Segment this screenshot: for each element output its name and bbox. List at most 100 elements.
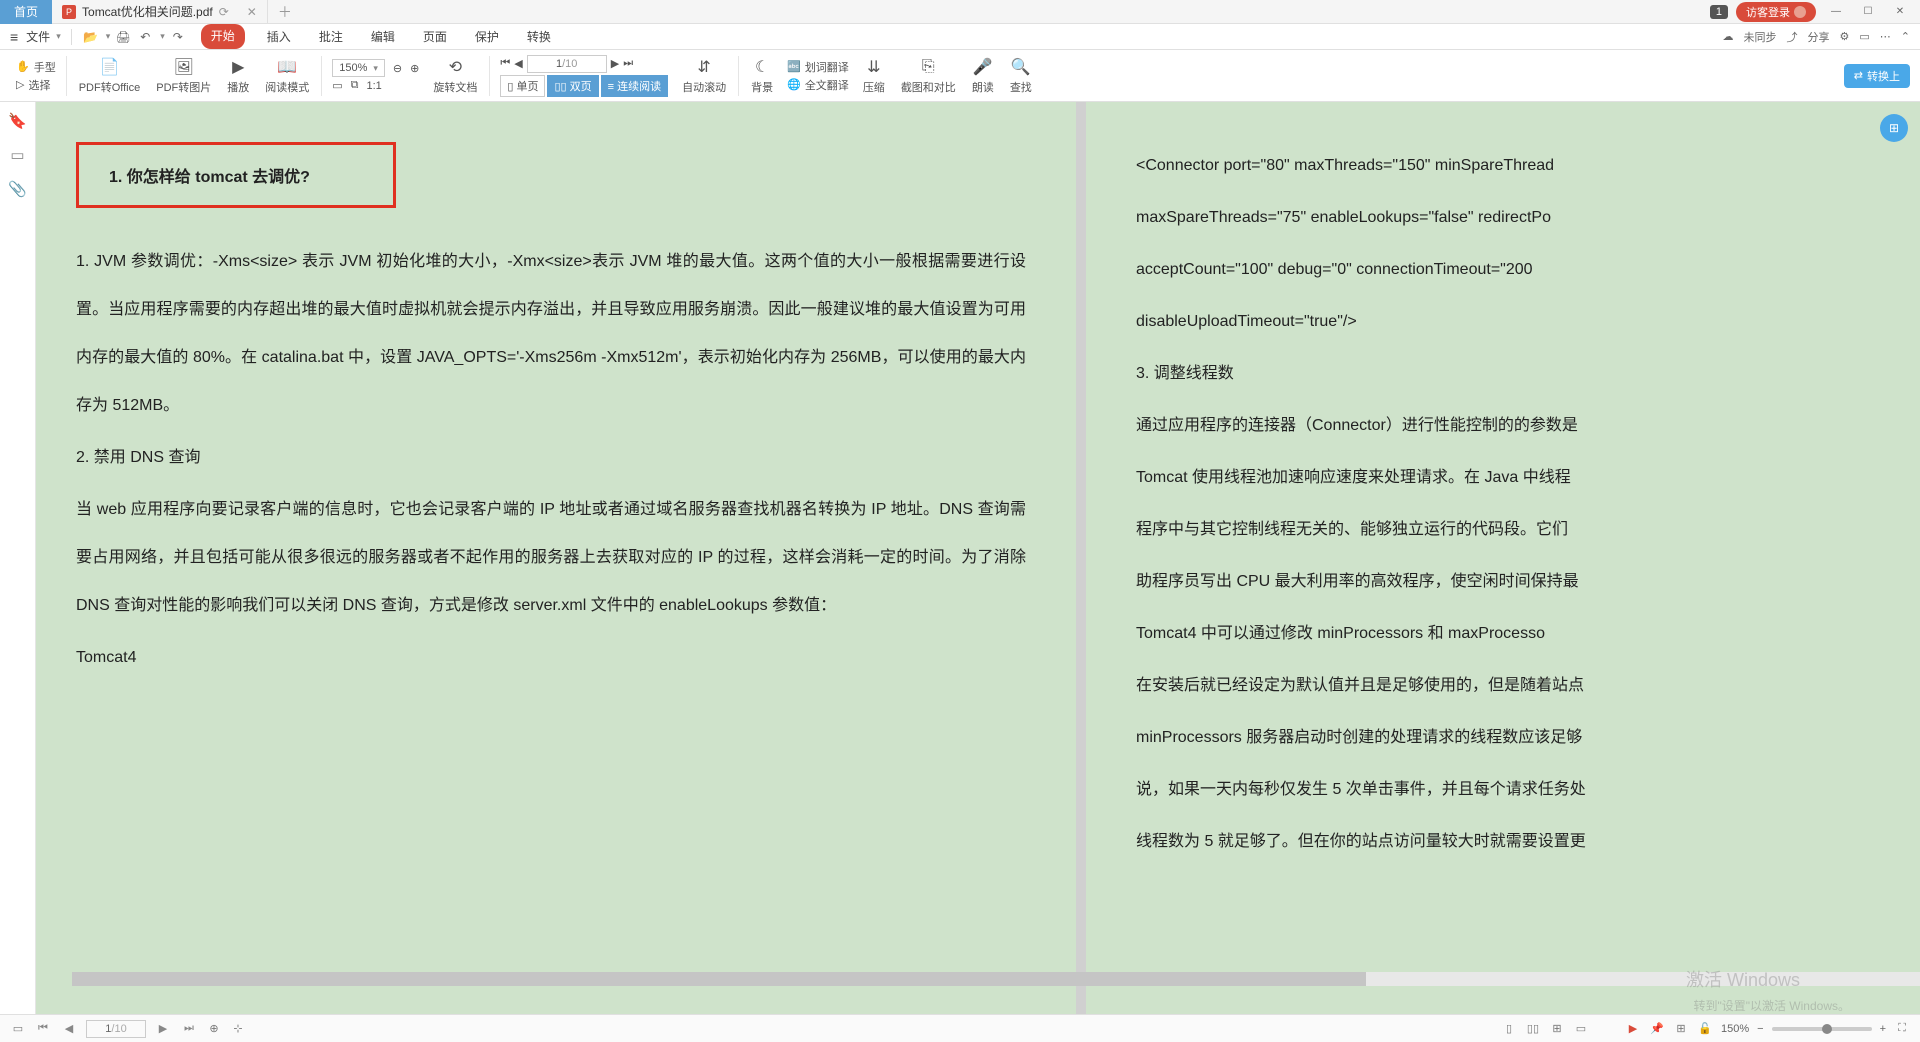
zoom-in-icon[interactable]: ⊕ <box>410 62 419 75</box>
fit-width-icon[interactable]: ▭ <box>332 79 342 92</box>
bookmark-icon[interactable]: 🔖 <box>8 112 27 130</box>
home-tab[interactable]: 首页 <box>0 0 52 24</box>
next-page-btn[interactable]: ▶ <box>154 1022 172 1035</box>
grid-icon[interactable]: ⊞ <box>1673 1021 1689 1037</box>
zoom-in-btn[interactable]: + <box>1880 1023 1886 1035</box>
print-icon[interactable]: 🖨 <box>114 28 132 46</box>
zoom-slider[interactable] <box>1772 1027 1872 1031</box>
window-icon[interactable]: ▭ <box>1859 30 1869 43</box>
screenshot-btn[interactable]: ⎘截图和对比 <box>893 57 964 95</box>
background-btn[interactable]: ☾背景 <box>743 57 781 95</box>
zoom-out-btn[interactable]: − <box>1757 1023 1763 1035</box>
view-mode-1-icon[interactable]: ▯ <box>1501 1021 1517 1037</box>
cloud-icon[interactable]: ☁ <box>1723 30 1734 43</box>
pdf-to-office[interactable]: 📄PDF转Office <box>71 57 149 95</box>
hand-tool[interactable]: ✋手型 <box>16 59 56 75</box>
doc-paragraph: 2. 禁用 DNS 查询 <box>76 434 1026 482</box>
collapse-icon[interactable]: ⌃ <box>1901 30 1910 43</box>
read-aloud-btn[interactable]: 🎤朗读 <box>964 57 1002 95</box>
moon-icon: ☾ <box>755 57 769 77</box>
doc-paragraph: 3. 调整线程数 <box>1136 350 1920 398</box>
gear-icon[interactable]: ⚙ <box>1840 30 1850 43</box>
hamburger-icon[interactable]: ≡ <box>10 29 18 45</box>
continuous-btn[interactable]: ≡ 连续阅读 <box>601 75 668 97</box>
zoom-out-icon[interactable]: ⊖ <box>393 62 402 75</box>
convert-button[interactable]: ⇄转换上 <box>1844 64 1910 88</box>
view-mode-2-icon[interactable]: ▯▯ <box>1525 1021 1541 1037</box>
close-window-button[interactable]: ✕ <box>1888 2 1912 22</box>
word-translate[interactable]: 🔤划词翻译 <box>787 59 849 75</box>
single-page-btn[interactable]: ▯ 单页 <box>500 75 545 97</box>
add-tab-button[interactable]: ＋ <box>268 2 302 22</box>
page-next-icon[interactable]: ▶ <box>611 57 619 70</box>
zoom-handle[interactable] <box>1822 1024 1832 1034</box>
login-button[interactable]: 访客登录 <box>1736 2 1816 22</box>
close-tab-icon[interactable]: ✕ <box>247 5 257 19</box>
fit-page-icon[interactable]: ⧉ <box>351 79 359 92</box>
actual-size-icon[interactable]: 1:1 <box>367 80 382 92</box>
status-page-input[interactable]: 1/10 <box>86 1020 146 1038</box>
maximize-button[interactable]: ☐ <box>1856 2 1880 22</box>
menu-tab-protect[interactable]: 保护 <box>469 24 505 49</box>
play-button[interactable]: ▶播放 <box>219 57 257 95</box>
windows-watermark: 激活 Windows <box>1686 966 1800 992</box>
rotate-doc[interactable]: ⟲旋转文档 <box>425 57 485 95</box>
undo-icon[interactable]: ↶ <box>136 28 154 46</box>
minimize-button[interactable]: — <box>1824 2 1848 22</box>
open-icon[interactable]: 📂 <box>82 28 100 46</box>
attachment-icon[interactable]: 📎 <box>8 180 27 198</box>
page-first-icon[interactable]: ⏮ <box>500 57 510 70</box>
find-btn[interactable]: 🔍查找 <box>1002 57 1040 95</box>
fullscreen-icon[interactable]: ⛶ <box>1894 1021 1910 1037</box>
sidebar-toggle-icon[interactable]: ▭ <box>10 1021 26 1037</box>
redo-icon[interactable]: ↷ <box>169 28 187 46</box>
horizontal-scrollbar[interactable] <box>72 972 1920 986</box>
cursor-pos-icon[interactable]: ⊹ <box>230 1021 246 1037</box>
menu-tab-convert[interactable]: 转换 <box>521 24 557 49</box>
scrollbar-thumb[interactable] <box>72 972 1366 986</box>
document-area[interactable]: 1. 你怎样给 tomcat 去调优? 1. JVM 参数调优：-Xms<siz… <box>36 102 1920 1014</box>
prev-page-btn[interactable]: ◀ <box>60 1022 78 1035</box>
zoom-select[interactable]: 150%▾ <box>332 59 385 77</box>
more-icon[interactable]: ⋯ <box>1880 30 1891 43</box>
menu-tab-insert[interactable]: 插入 <box>261 24 297 49</box>
read-mode[interactable]: 📖阅读模式 <box>257 57 317 95</box>
menu-tab-annotate[interactable]: 批注 <box>313 24 349 49</box>
double-page-btn[interactable]: ▯▯ 双页 <box>547 75 598 97</box>
view-mode-4-icon[interactable]: ▭ <box>1573 1021 1589 1037</box>
titlebar: 首页 P Tomcat优化相关问题.pdf ⟳ ✕ ＋ 1 访客登录 — ☐ ✕ <box>0 0 1920 24</box>
first-page-btn[interactable]: ⏮ <box>34 1022 52 1035</box>
pin-icon[interactable]: 📌 <box>1649 1021 1665 1037</box>
page-prev-icon[interactable]: ◀ <box>514 57 522 70</box>
section-heading: 1. 你怎样给 tomcat 去调优? <box>109 163 363 187</box>
notification-badge[interactable]: 1 <box>1710 5 1728 19</box>
full-translate[interactable]: 🌐全文翻译 <box>787 77 849 93</box>
windows-watermark-sub: 转到"设置"以激活 Windows。 <box>1693 997 1850 1014</box>
pdf-to-image[interactable]: 🖼PDF转图片 <box>148 57 219 95</box>
menu-tab-start[interactable]: 开始 <box>201 24 245 49</box>
highlight-box: 1. 你怎样给 tomcat 去调优? <box>76 142 396 208</box>
view-mode-3-icon[interactable]: ⊞ <box>1549 1021 1565 1037</box>
sync-status[interactable]: 未同步 <box>1744 29 1777 45</box>
menu-tab-edit[interactable]: 编辑 <box>365 24 401 49</box>
share-label[interactable]: 分享 <box>1808 29 1830 45</box>
select-tool[interactable]: ▷选择 <box>16 77 56 93</box>
doc-paragraph: Tomcat4 <box>76 634 1026 682</box>
file-menu[interactable]: 文件 <box>26 28 50 45</box>
record-icon[interactable]: ▶ <box>1625 1021 1641 1037</box>
compress-btn[interactable]: ⇊压缩 <box>855 57 893 95</box>
share-icon[interactable]: ⤴ <box>1787 29 1798 45</box>
file-tab[interactable]: P Tomcat优化相关问题.pdf ⟳ ✕ <box>52 0 268 24</box>
page-last-icon[interactable]: ⏭ <box>623 57 633 70</box>
thumbnails-icon[interactable]: ▭ <box>10 146 24 164</box>
floating-action-button[interactable]: ⊞ <box>1880 114 1908 142</box>
menu-tab-page[interactable]: 页面 <box>417 24 453 49</box>
doc-paragraph: 线程数为 5 就足够了。但在你的站点访问量较大时就需要设置更 <box>1136 818 1920 866</box>
page-number-input[interactable]: 1/10 <box>527 55 607 73</box>
refresh-icon[interactable]: ⟳ <box>219 5 229 19</box>
statusbar: ▭ ⏮ ◀ 1/10 ▶ ⏭ ⊕ ⊹ ▯ ▯▯ ⊞ ▭ ▶ 📌 ⊞ 🔓 150%… <box>0 1014 1920 1042</box>
fit-icon[interactable]: ⊕ <box>206 1021 222 1037</box>
auto-scroll[interactable]: ⇵自动滚动 <box>674 57 734 95</box>
lock-icon[interactable]: 🔓 <box>1697 1021 1713 1037</box>
last-page-btn[interactable]: ⏭ <box>180 1022 198 1035</box>
